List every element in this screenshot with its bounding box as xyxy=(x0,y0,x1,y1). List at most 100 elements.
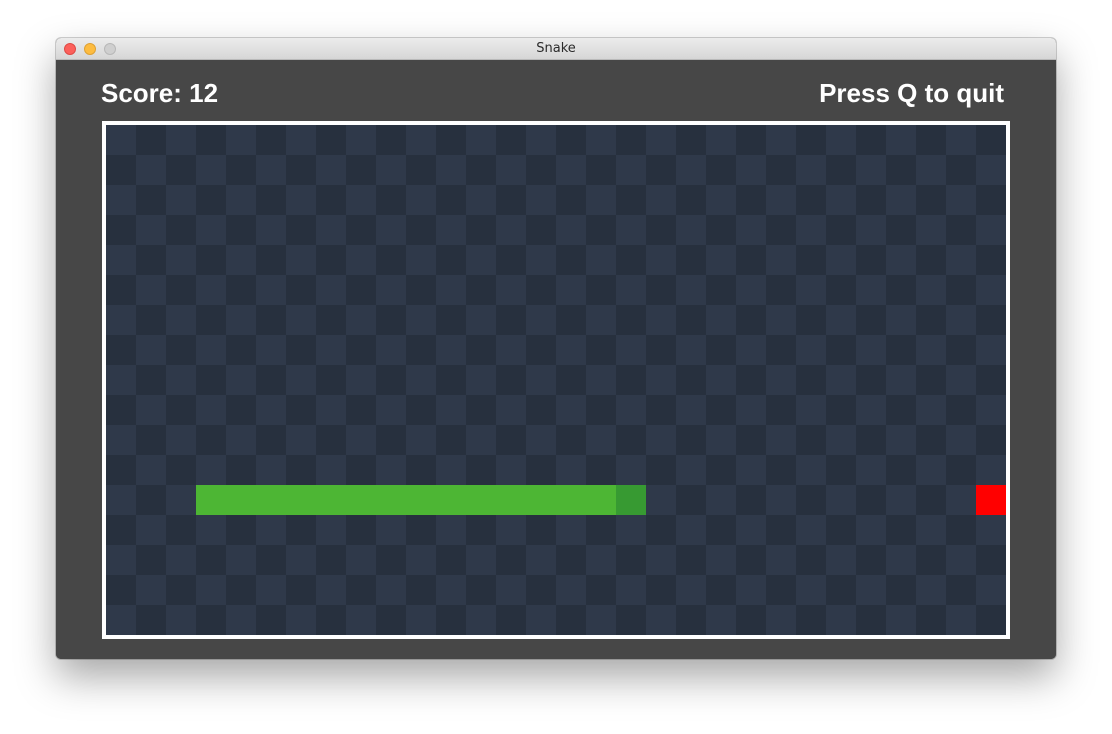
board-tile xyxy=(946,335,976,365)
board-tile xyxy=(676,215,706,245)
board-tile xyxy=(646,125,676,155)
board-tile xyxy=(226,545,256,575)
board-tile xyxy=(286,455,316,485)
board-tile xyxy=(346,185,376,215)
board-tile xyxy=(706,605,736,635)
board-tile xyxy=(436,605,466,635)
board-tile xyxy=(586,245,616,275)
board-tile xyxy=(706,275,736,305)
board-tile xyxy=(496,305,526,335)
snake-segment xyxy=(526,485,556,515)
board-tile xyxy=(706,395,736,425)
board-tile xyxy=(886,245,916,275)
board-tile xyxy=(316,185,346,215)
board-tile xyxy=(526,365,556,395)
board-tile xyxy=(946,395,976,425)
board-tile xyxy=(586,365,616,395)
board-tile xyxy=(136,305,166,335)
board-tile xyxy=(466,245,496,275)
board-tile xyxy=(166,395,196,425)
board-tile xyxy=(736,365,766,395)
board-tile xyxy=(706,455,736,485)
board-tile xyxy=(706,305,736,335)
board-tile xyxy=(976,365,1006,395)
board-tile xyxy=(226,275,256,305)
board-tile xyxy=(916,425,946,455)
board-tile xyxy=(226,215,256,245)
board-tile xyxy=(496,155,526,185)
board-tile xyxy=(556,605,586,635)
board-tile xyxy=(946,155,976,185)
board-tile xyxy=(106,215,136,245)
board-tile xyxy=(646,245,676,275)
board-tile xyxy=(346,605,376,635)
board-tile xyxy=(706,215,736,245)
board-tile xyxy=(376,395,406,425)
board-tile xyxy=(136,335,166,365)
board-tile xyxy=(256,125,286,155)
board-tile xyxy=(406,125,436,155)
board-tile xyxy=(946,125,976,155)
board-tile xyxy=(316,335,346,365)
board-tile xyxy=(526,215,556,245)
board-tile xyxy=(106,275,136,305)
board-tile xyxy=(616,575,646,605)
board-tile xyxy=(196,395,226,425)
board-tile xyxy=(646,575,676,605)
board-tile xyxy=(436,425,466,455)
board-tile xyxy=(766,515,796,545)
board-tile xyxy=(286,575,316,605)
board-tile xyxy=(886,185,916,215)
board-tile xyxy=(586,545,616,575)
board-tile xyxy=(766,455,796,485)
board-tile xyxy=(106,365,136,395)
board-tile xyxy=(736,395,766,425)
board-tile xyxy=(316,275,346,305)
board-tile xyxy=(196,605,226,635)
board-tile xyxy=(166,365,196,395)
board-tile xyxy=(226,125,256,155)
board-tile xyxy=(496,515,526,545)
board-tile xyxy=(736,215,766,245)
game-board xyxy=(106,125,1006,635)
board-tile xyxy=(166,215,196,245)
board-tile xyxy=(346,245,376,275)
board-tile xyxy=(556,335,586,365)
board-tile xyxy=(256,245,286,275)
board-tile xyxy=(106,545,136,575)
board-tile xyxy=(556,395,586,425)
board-tile xyxy=(976,215,1006,245)
board-tile xyxy=(976,605,1006,635)
board-tile xyxy=(556,215,586,245)
board-tile xyxy=(676,545,706,575)
board-tile xyxy=(796,515,826,545)
board-tile xyxy=(856,575,886,605)
board-tile xyxy=(466,335,496,365)
board-tile xyxy=(166,185,196,215)
board-tile xyxy=(826,395,856,425)
board-tile xyxy=(766,395,796,425)
board-tile xyxy=(856,155,886,185)
board-tile xyxy=(796,335,826,365)
board-tile xyxy=(376,605,406,635)
board-tile xyxy=(676,605,706,635)
board-tile xyxy=(436,395,466,425)
board-tile xyxy=(466,365,496,395)
board-tile xyxy=(796,245,826,275)
board-tile xyxy=(496,335,526,365)
board-tile xyxy=(976,455,1006,485)
board-tile xyxy=(616,275,646,305)
board-tile xyxy=(346,155,376,185)
board-tile xyxy=(436,365,466,395)
board-tile xyxy=(586,185,616,215)
board-tile xyxy=(136,575,166,605)
board-tile xyxy=(616,455,646,485)
board-tile xyxy=(466,275,496,305)
board-tile xyxy=(376,515,406,545)
board-tile xyxy=(256,335,286,365)
board-tile xyxy=(556,185,586,215)
board-tile xyxy=(646,485,676,515)
board-tile xyxy=(826,125,856,155)
board-tile xyxy=(466,155,496,185)
board-tile xyxy=(616,215,646,245)
